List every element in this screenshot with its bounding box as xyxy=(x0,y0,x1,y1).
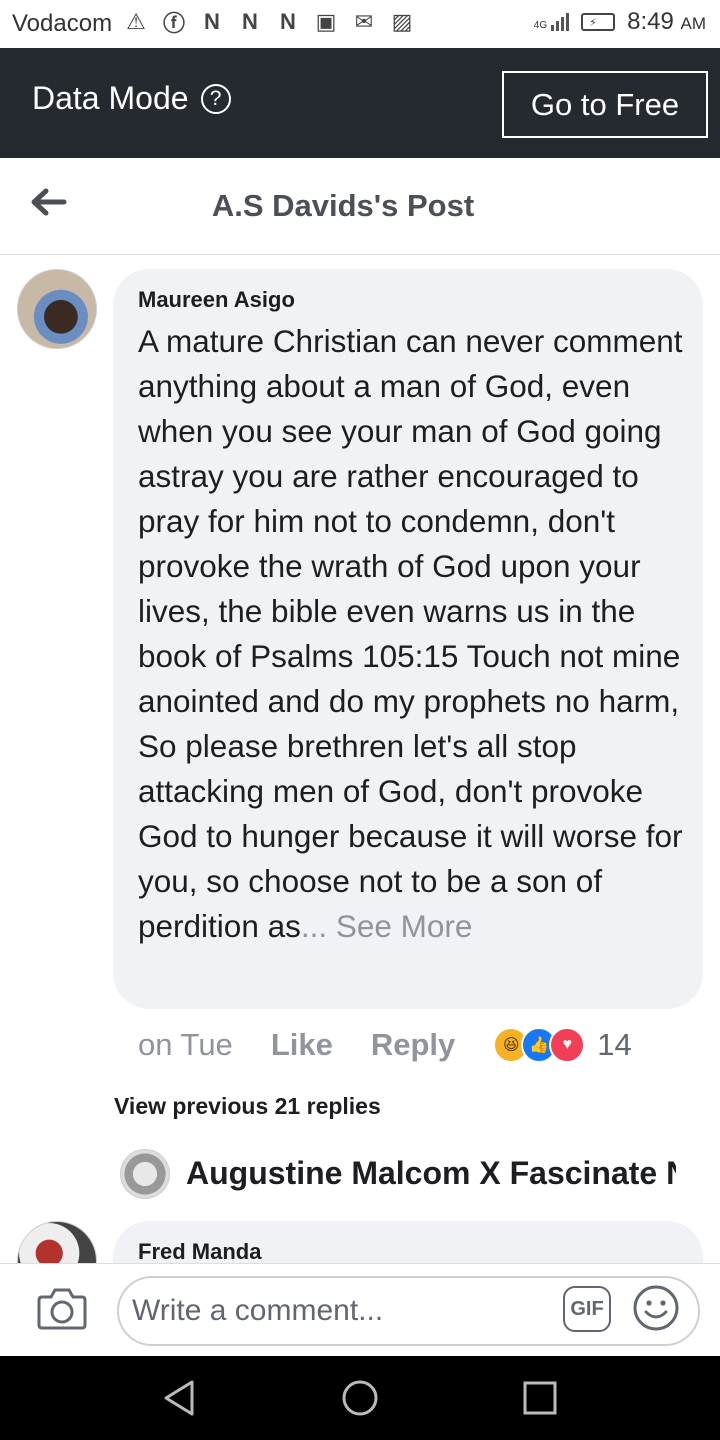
signal-icon: 4G xyxy=(533,13,570,31)
like-button[interactable]: Like xyxy=(271,1027,333,1063)
comment-text: A mature Christian can never comment any… xyxy=(138,319,686,949)
reply-author[interactable]: Augustine Malcom X Fascinate N xyxy=(186,1155,676,1192)
avatar[interactable] xyxy=(120,1149,170,1199)
page-title: A.S Davids's Post xyxy=(211,188,475,223)
network-type: 4G xyxy=(533,20,548,31)
comment-author[interactable]: Fred Manda xyxy=(138,1239,261,1264)
status-bar: Vodacom ⚠ ⓕ N N N ▣ ✉ ▨ 4G ⚡ 8:49 AM xyxy=(0,0,720,48)
nav-home-icon[interactable] xyxy=(338,1376,382,1420)
nav-back-icon[interactable] xyxy=(158,1376,202,1420)
nav-recents-icon[interactable] xyxy=(518,1376,562,1420)
view-previous-replies-link[interactable]: View previous 21 replies xyxy=(114,1093,381,1120)
camera-icon[interactable] xyxy=(36,1285,88,1331)
carrier-name: Vodacom xyxy=(12,10,113,37)
help-icon[interactable]: ? xyxy=(200,83,231,114)
comment-actions: on Tue Like Reply 😆 👍 ♥ 14 xyxy=(138,1025,632,1065)
clock: 8:49 xyxy=(627,8,674,35)
data-mode-label: Data Mode xyxy=(32,80,189,116)
avatar[interactable] xyxy=(17,269,97,349)
battery-icon: ⚡ xyxy=(581,13,616,31)
comment-timestamp[interactable]: on Tue xyxy=(138,1027,233,1063)
facebook-icon: ⓕ xyxy=(162,11,185,36)
comment-composer: GIF xyxy=(0,1263,720,1357)
post-header: A.S Davids's Post xyxy=(0,158,720,255)
see-more-link[interactable]: ... See More xyxy=(301,908,473,944)
comment-body: A mature Christian can never comment any… xyxy=(138,323,683,944)
flipboard-icon: ▣ xyxy=(315,9,337,34)
comment-bubble: Maureen Asigo A mature Christian can nev… xyxy=(113,269,703,1009)
love-reaction-icon: ♥ xyxy=(549,1027,586,1063)
reaction-count: 14 xyxy=(597,1027,632,1062)
system-navigation-bar xyxy=(0,1356,720,1440)
news-icon: N xyxy=(280,9,296,34)
image-icon: ▨ xyxy=(391,9,413,34)
comment-author[interactable]: Maureen Asigo xyxy=(138,287,679,313)
clock-ampm: AM xyxy=(680,14,707,33)
data-mode-banner: Data Mode ? Go to Free xyxy=(0,48,720,158)
go-to-free-button[interactable]: Go to Free xyxy=(502,71,708,138)
notification-icons: ⚠ ⓕ N N N ▣ ✉ ▨ xyxy=(122,8,416,36)
emoji-icon[interactable] xyxy=(632,1284,680,1332)
news-icon: N xyxy=(204,9,220,34)
gif-button[interactable]: GIF xyxy=(563,1286,611,1332)
warning-icon: ⚠ xyxy=(126,9,146,34)
reactions-summary[interactable]: 😆 👍 ♥ 14 xyxy=(493,1027,632,1063)
comment-input[interactable] xyxy=(117,1276,700,1346)
mail-icon: ✉ xyxy=(354,9,374,34)
reply-button[interactable]: Reply xyxy=(371,1027,455,1063)
data-mode-label-group[interactable]: Data Mode ? xyxy=(32,80,231,117)
news-icon: N xyxy=(242,9,258,34)
